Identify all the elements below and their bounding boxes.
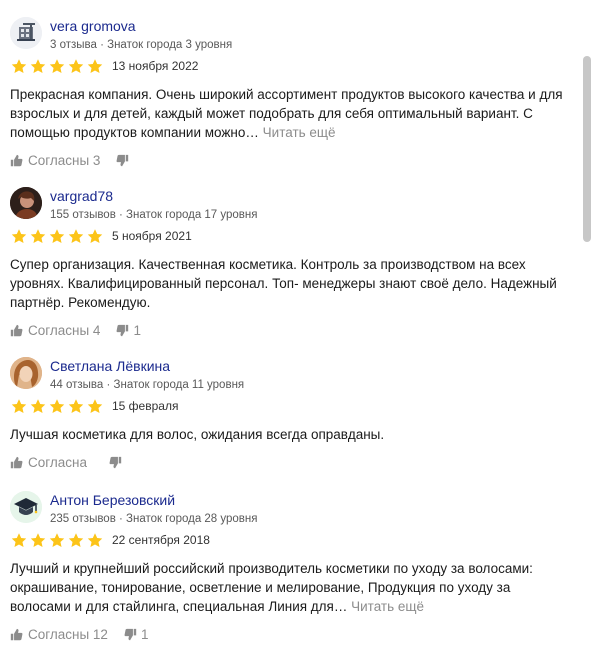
dislike-count: 1 <box>140 626 149 642</box>
read-more-link[interactable]: Читать ещё <box>263 125 336 140</box>
author-stats: 235 отзывов · Знаток города 28 уровня <box>50 513 258 525</box>
review-card: vera gromova 3 отзыва · Знаток города 3 … <box>10 17 570 169</box>
star-icon <box>87 398 103 413</box>
like-button[interactable]: Согласна <box>10 455 87 470</box>
review-text: Лучший и крупнейший российский производи… <box>10 559 570 616</box>
thumbs-up-icon <box>10 456 23 468</box>
thumbs-up-icon <box>10 324 23 336</box>
star-icon <box>11 58 27 73</box>
dislike-button[interactable]: 1 <box>116 323 141 338</box>
rating-row: 22 сентября 2018 <box>10 530 570 550</box>
user-photo <box>10 357 42 389</box>
author-name[interactable]: vera gromova <box>50 18 232 35</box>
like-button[interactable]: Согласны 3 <box>10 153 100 168</box>
rating-row: 5 ноября 2021 <box>10 226 570 246</box>
thumbs-up-icon <box>10 628 23 640</box>
star-icon <box>11 532 27 547</box>
star-icon <box>68 398 84 413</box>
avatar[interactable] <box>10 17 42 49</box>
dislike-button[interactable]: 1 <box>124 626 149 642</box>
user-photo <box>10 187 42 219</box>
like-label: Согласны 12 <box>28 626 108 642</box>
star-icon <box>30 532 46 547</box>
author-stats: 44 отзыва · Знаток города 11 уровня <box>50 379 245 391</box>
review-author: vera gromova 3 отзыва · Знаток города 3 … <box>10 17 570 53</box>
review-body: Супер организация. Качественная косметик… <box>10 257 557 310</box>
avatar[interactable] <box>10 187 42 219</box>
review-date: 15 февраля <box>112 399 179 413</box>
dislike-count: 1 <box>133 322 141 338</box>
read-more-link[interactable]: Читать ещё <box>351 599 424 614</box>
star-icon <box>49 398 65 413</box>
like-button[interactable]: Согласны 12 <box>10 627 108 642</box>
star-icon <box>11 398 27 413</box>
avatar[interactable] <box>10 357 42 389</box>
dislike-button[interactable] <box>116 154 133 167</box>
star-icon <box>49 58 65 73</box>
rating-row: 13 ноября 2022 <box>10 56 570 76</box>
like-label: Согласны 3 <box>28 152 101 168</box>
author-name[interactable]: vargrad78 <box>50 188 258 205</box>
review-body: Лучшая косметика для волос, ожидания все… <box>10 427 385 442</box>
thumbs-up-icon <box>10 154 23 166</box>
review-card: vargrad78 155 отзывов · Знаток города 17… <box>10 187 570 339</box>
review-date: 5 ноября 2021 <box>112 229 192 243</box>
like-label: Согласны 4 <box>28 322 101 338</box>
review-author: vargrad78 155 отзывов · Знаток города 17… <box>10 187 570 223</box>
star-icon <box>49 532 65 547</box>
review-body: Лучший и крупнейший российский производи… <box>10 561 533 614</box>
star-icon <box>87 58 103 73</box>
reactions: Согласны 3 <box>10 151 570 169</box>
reactions: Согласна <box>10 453 570 471</box>
star-icon <box>68 58 84 73</box>
thumbs-down-icon <box>124 628 137 640</box>
review-text: Прекрасная компания. Очень широкий ассор… <box>10 85 570 142</box>
star-icon <box>87 228 103 243</box>
building-crane-icon <box>10 17 42 49</box>
author-name[interactable]: Антон Березовский <box>50 492 258 509</box>
like-button[interactable]: Согласны 4 <box>10 323 100 338</box>
review-date: 22 сентября 2018 <box>112 533 210 547</box>
star-icon <box>30 398 46 413</box>
review-text: Лучшая косметика для волос, ожидания все… <box>10 425 570 444</box>
star-rating <box>10 228 105 245</box>
reactions: Согласны 4 1 <box>10 321 570 339</box>
author-name[interactable]: Светлана Лёвкина <box>50 358 244 375</box>
review-card: Антон Березовский 235 отзывов · Знаток г… <box>10 491 570 643</box>
star-rating <box>10 58 105 75</box>
review-text: Супер организация. Качественная косметик… <box>10 255 570 312</box>
dislike-button[interactable] <box>109 456 126 469</box>
star-rating <box>10 398 105 415</box>
thumbs-down-icon <box>116 154 129 166</box>
reactions: Согласны 12 1 <box>10 625 570 643</box>
review-author: Светлана Лёвкина 44 отзыва · Знаток горо… <box>10 357 570 393</box>
graduation-cap-icon <box>10 491 42 523</box>
star-icon <box>68 228 84 243</box>
like-label: Согласна <box>28 454 87 470</box>
thumbs-down-icon <box>116 324 129 336</box>
star-icon <box>11 228 27 243</box>
star-icon <box>68 532 84 547</box>
star-rating <box>10 532 105 549</box>
thumbs-down-icon <box>109 456 122 468</box>
author-stats: 155 отзывов · Знаток города 17 уровня <box>50 209 258 221</box>
author-stats: 3 отзыва · Знаток города 3 уровня <box>50 39 233 51</box>
star-icon <box>30 228 46 243</box>
star-icon <box>30 58 46 73</box>
star-icon <box>87 532 103 547</box>
avatar[interactable] <box>10 491 42 523</box>
review-date: 13 ноября 2022 <box>112 59 199 73</box>
star-icon <box>49 228 65 243</box>
rating-row: 15 февраля <box>10 396 570 416</box>
review-card: Светлана Лёвкина 44 отзыва · Знаток горо… <box>10 357 570 471</box>
review-author: Антон Березовский 235 отзывов · Знаток г… <box>10 491 570 527</box>
scrollbar-thumb[interactable] <box>583 56 591 242</box>
